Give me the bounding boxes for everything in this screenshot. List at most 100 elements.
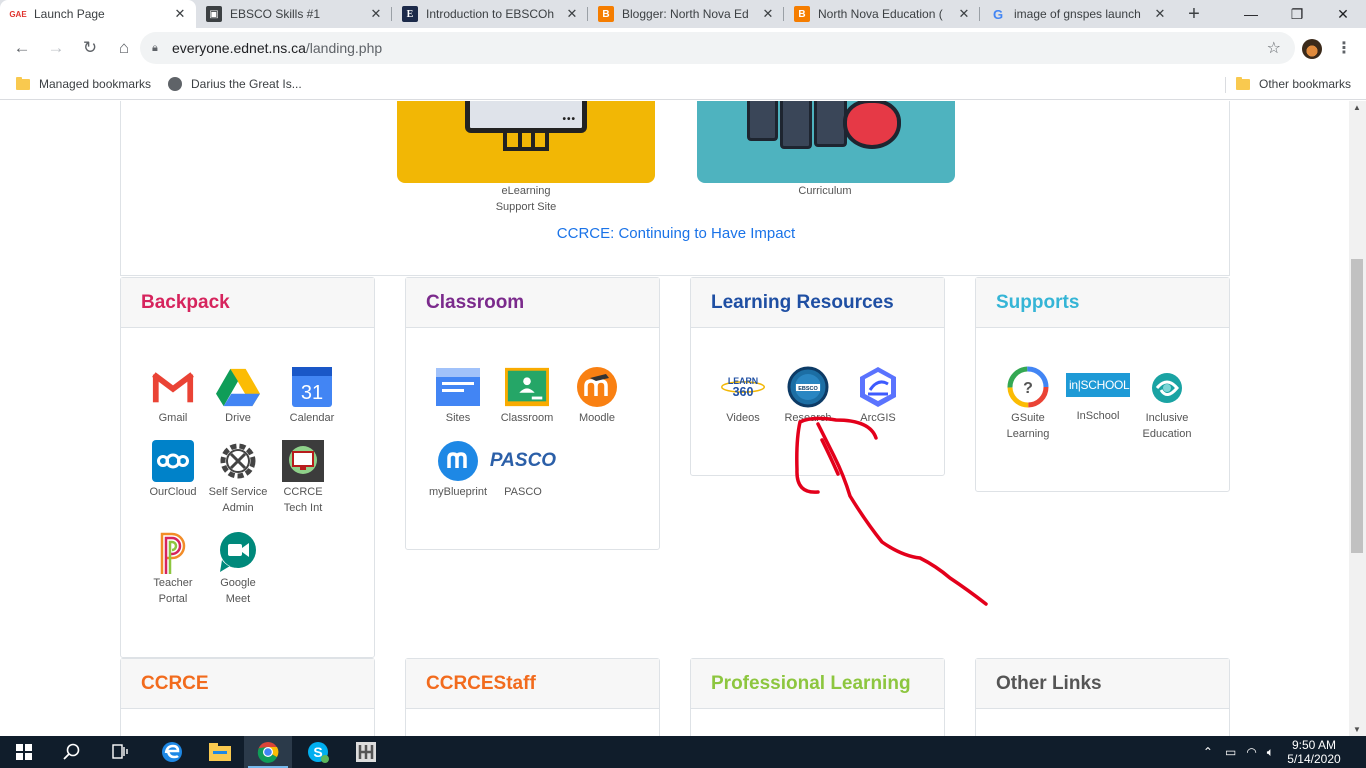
restore-icon[interactable]: ❐ — [1274, 0, 1320, 28]
close-tab-icon[interactable]: ✕ — [1152, 6, 1168, 22]
svg-text:?: ? — [1023, 380, 1033, 397]
tab-launch-page[interactable]: GAE Launch Page ✕ — [0, 0, 196, 28]
taskbar-clock[interactable]: 9:50 AM 5/14/2020 — [1284, 738, 1344, 766]
app-teacher-portal[interactable]: Teacher Portal — [140, 530, 206, 607]
bookmark-label: Other bookmarks — [1259, 77, 1352, 91]
page-scrollbar[interactable]: ▲ ▼ — [1349, 101, 1366, 736]
scroll-down-icon[interactable]: ▼ — [1353, 725, 1361, 734]
browser-toolbar: ← → ↻ ⌂ 🔒︎ everyone.ednet.ns.ca/landing.… — [0, 28, 1366, 68]
address-bar[interactable]: 🔒︎ everyone.ednet.ns.ca/landing.php ☆ — [140, 32, 1295, 64]
inschool-logo-icon: in|SCHOOL — [1065, 363, 1131, 407]
elearning-tile[interactable]: ••• — [397, 101, 655, 183]
gear-tools-icon — [216, 439, 260, 483]
menu-kebab-icon[interactable]: ⋮ — [1336, 38, 1352, 58]
app-inschool[interactable]: in|SCHOOL InSchool — [1064, 363, 1132, 424]
app-icon[interactable] — [342, 736, 390, 768]
app-inclusive-education[interactable]: Inclusive Education — [1134, 365, 1200, 442]
app-gsuite-learning[interactable]: ? GSuite Learning — [995, 365, 1061, 442]
app-sites[interactable]: Sites — [425, 365, 491, 426]
edge-icon[interactable] — [148, 736, 196, 768]
skype-icon[interactable]: S — [294, 736, 342, 768]
close-tab-icon[interactable]: ✕ — [760, 6, 776, 22]
app-self-service[interactable]: Self Service Admin — [205, 439, 271, 516]
card-title: Other Links — [976, 659, 1229, 709]
curriculum-tile[interactable] — [697, 101, 955, 183]
tab-strip: GAE Launch Page ✕ ▣ EBSCO Skills #1 ✕ E … — [0, 0, 1366, 28]
card-title: Learning Resources — [691, 278, 944, 328]
tab-ebsco-skills[interactable]: ▣ EBSCO Skills #1 ✕ — [196, 0, 392, 28]
tab-title: image of gnspes launch — [1014, 7, 1141, 21]
close-tab-icon[interactable]: ✕ — [956, 6, 972, 22]
svg-text:360: 360 — [733, 385, 754, 399]
ccrce-impact-link[interactable]: CCRCE: Continuing to Have Impact — [121, 225, 1231, 242]
folder-icon — [1236, 76, 1250, 90]
card-title: CCRCE — [121, 659, 374, 709]
learn360-logo-icon: LEARN 360 — [721, 365, 765, 409]
bookmark-darius[interactable]: Darius the Great Is... — [168, 74, 302, 94]
minimize-icon[interactable]: — — [1228, 0, 1274, 28]
tab-blogger-1[interactable]: B Blogger: North Nova Ed ✕ — [588, 0, 784, 28]
tab-title: Introduction to EBSCOh — [426, 7, 555, 21]
app-drive[interactable]: Drive — [205, 365, 271, 426]
file-explorer-icon[interactable] — [196, 736, 244, 768]
bookmark-managed[interactable]: Managed bookmarks — [16, 74, 151, 94]
moodle-icon — [575, 365, 619, 409]
close-tab-icon[interactable]: ✕ — [564, 6, 580, 22]
close-window-icon[interactable]: ✕ — [1320, 0, 1366, 28]
app-calendar[interactable]: 31 Calendar — [279, 365, 345, 426]
app-ccrce-tech[interactable]: CCRCE Tech Int — [270, 439, 336, 516]
wifi-icon[interactable]: ◠ — [1246, 745, 1256, 759]
app-arcgis[interactable]: ArcGIS — [845, 365, 911, 426]
google-drive-icon — [216, 365, 260, 409]
bookmark-other[interactable]: Other bookmarks — [1236, 74, 1351, 94]
backpack-card: Backpack Gmail Drive 31 Calendar OurClou… — [120, 277, 375, 658]
search-icon[interactable] — [48, 736, 96, 768]
app-moodle[interactable]: Moodle — [564, 365, 630, 426]
professional-learning-card: Professional Learning — [690, 658, 945, 736]
google-meet-icon — [216, 530, 260, 574]
app-google-meet[interactable]: Google Meet — [205, 530, 271, 607]
battery-icon[interactable]: ▭ — [1225, 745, 1236, 759]
tab-intro-ebsco[interactable]: E Introduction to EBSCOh ✕ — [392, 0, 588, 28]
google-classroom-icon — [505, 365, 549, 409]
scroll-up-icon[interactable]: ▲ — [1353, 103, 1361, 112]
books-icon — [747, 101, 848, 149]
chrome-icon[interactable] — [244, 736, 292, 768]
pasco-logo-icon: PASCO — [489, 450, 557, 471]
close-tab-icon[interactable]: ✕ — [368, 6, 384, 22]
app-ourcloud[interactable]: OurCloud — [140, 439, 206, 500]
scrollbar-thumb[interactable] — [1351, 259, 1363, 553]
forward-arrow-icon[interactable]: → — [40, 32, 72, 64]
profile-avatar[interactable] — [1302, 39, 1322, 59]
home-icon[interactable]: ⌂ — [108, 32, 140, 64]
app-pasco[interactable]: PASCO PASCO — [490, 439, 556, 500]
chevron-up-icon[interactable]: ⌃ — [1203, 745, 1213, 759]
google-favicon: G — [992, 6, 1004, 22]
app-myblueprint[interactable]: myBlueprint — [425, 439, 491, 500]
app-classroom[interactable]: Classroom — [494, 365, 560, 426]
app-gmail[interactable]: Gmail — [140, 365, 206, 426]
window-controls: — ❐ ✕ — [1228, 0, 1366, 28]
close-tab-icon[interactable]: ✕ — [172, 6, 188, 22]
volume-icon[interactable]: 🔈︎ — [1267, 745, 1274, 760]
task-view-icon[interactable] — [96, 736, 144, 768]
app-ebsco-research[interactable]: EBSCO Research — [775, 365, 841, 426]
bookmark-star-icon[interactable]: ☆ — [1267, 38, 1281, 58]
reload-icon[interactable]: ↻ — [74, 32, 106, 64]
featured-card: ••• eLearning Support Site Curriculum CC… — [120, 101, 1230, 276]
tab-blogger-2[interactable]: B North Nova Education ( ✕ — [784, 0, 980, 28]
card-title: Supports — [976, 278, 1229, 328]
monitor-icon: ••• — [465, 101, 587, 133]
bookmark-label: Darius the Great Is... — [191, 77, 302, 91]
windows-start-icon[interactable] — [0, 736, 48, 768]
tab-title: Launch Page — [34, 7, 105, 21]
app-learn360-videos[interactable]: LEARN 360 Videos — [710, 365, 776, 426]
back-arrow-icon[interactable]: ← — [6, 32, 38, 64]
bookmark-label: Managed bookmarks — [39, 77, 152, 91]
tab-google-image[interactable]: G image of gnspes launch ✕ — [980, 0, 1176, 28]
url-host: everyone.ednet.ns.ca — [172, 40, 306, 56]
inclusive-education-icon — [1145, 365, 1189, 409]
myblueprint-icon — [436, 439, 480, 483]
new-tab-button[interactable]: + — [1180, 0, 1208, 28]
blogger-favicon: B — [598, 6, 614, 22]
